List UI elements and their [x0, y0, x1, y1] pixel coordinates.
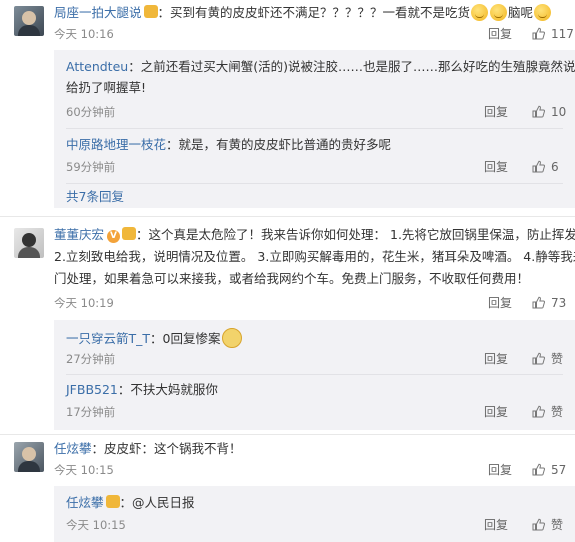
- comment-username[interactable]: 局座一拍大腿说: [54, 5, 142, 20]
- reply-button[interactable]: 回复: [484, 103, 508, 121]
- comment-text: 脑呢: [508, 5, 534, 20]
- thumbs-up-icon: [532, 352, 545, 365]
- comment-text: ：这个真是太危险了！我来告诉你如何处理： 1.先将它放回锅里保温，防止挥发。: [136, 227, 575, 242]
- smiley-emoji-icon: [471, 4, 489, 21]
- reply-time: 17分钟前: [66, 405, 116, 419]
- reply-button[interactable]: 回复: [484, 350, 508, 368]
- reply-button[interactable]: 回复: [484, 158, 508, 176]
- reply-text: ：@人民日报: [119, 495, 195, 510]
- like-button[interactable]: 117: [532, 25, 574, 43]
- member-badge-icon: [122, 227, 137, 240]
- reply-button[interactable]: 回复: [484, 403, 508, 421]
- avatar[interactable]: [14, 228, 44, 258]
- thumbs-up-icon: [532, 296, 545, 309]
- smiley-emoji-icon: [490, 4, 508, 21]
- avatar[interactable]: [14, 442, 44, 472]
- reply-username[interactable]: JFBB521: [66, 382, 118, 397]
- like-button[interactable]: 赞: [532, 516, 563, 534]
- reply-list: 一只穿云箭T_T：0回复惨案 27分钟前 回复 赞 JFBB521：不扶大妈就服…: [54, 320, 575, 430]
- like-button[interactable]: 57: [532, 461, 566, 479]
- reply-username[interactable]: 中原路地理一枝花: [66, 137, 166, 152]
- reply-time: 60分钟前: [66, 105, 116, 119]
- reply-text: ：0回复惨案: [150, 331, 221, 346]
- comment-time: 今天 10:16: [54, 27, 114, 41]
- reply-time: 59分钟前: [66, 160, 116, 174]
- like-count: 117: [551, 27, 574, 41]
- comment-text: ：皮皮虾：这个锅我不背！: [91, 441, 242, 456]
- reply-text: ：之前还看过买大闸蟹(活的)说被注胶……也是服了……那么好吃的生殖腺竟然说是胶: [128, 59, 575, 74]
- reply-list: 任炫攀 ：@人民日报 今天 10:15 回复 赞: [54, 486, 575, 542]
- like-button[interactable]: 赞: [532, 350, 563, 368]
- divider: [0, 434, 575, 435]
- member-badge-icon: [105, 495, 120, 508]
- smiley-emoji-icon: [534, 4, 552, 21]
- thumbs-up-icon: [532, 105, 545, 118]
- reply-username[interactable]: 任炫攀: [66, 495, 104, 510]
- reply-time: 27分钟前: [66, 352, 116, 366]
- comment-text: 2.立刻致电给我，说明情况及位置。 3.立即购买解毒用的，花生米，猪耳朵及啤酒。…: [54, 249, 575, 264]
- like-button[interactable]: 10: [532, 103, 566, 121]
- reply-list: Attendteu：之前还看过买大闸蟹(活的)说被注胶……也是服了……那么好吃的…: [54, 50, 575, 208]
- like-label: 赞: [551, 405, 564, 419]
- reply-button[interactable]: 回复: [488, 294, 512, 312]
- thumbs-up-icon: [532, 27, 545, 40]
- reply-button[interactable]: 回复: [488, 461, 512, 479]
- reply-text: ：就是，有黄的皮皮虾比普通的贵好多呢: [166, 137, 392, 152]
- like-count: 10: [551, 105, 567, 119]
- like-button[interactable]: 73: [532, 294, 566, 312]
- sticker-emoji-icon: [222, 328, 243, 348]
- comment-text: 门处理，如果着急可以来接我，或者给我网约个车。免费上门服务，不收取任何费用！: [54, 271, 530, 286]
- reply-text: 给扔了啊握草!: [66, 80, 147, 95]
- thumbs-up-icon: [532, 518, 545, 531]
- member-badge-icon: [143, 5, 158, 18]
- avatar[interactable]: [14, 6, 44, 36]
- like-count: 57: [551, 463, 567, 477]
- reply-username[interactable]: 一只穿云箭T_T: [66, 331, 150, 346]
- like-label: 赞: [551, 518, 564, 532]
- like-count: 73: [551, 296, 567, 310]
- like-button[interactable]: 6: [532, 158, 559, 176]
- reply-button[interactable]: 回复: [484, 516, 508, 534]
- reply-button[interactable]: 回复: [488, 25, 512, 43]
- like-count: 6: [551, 160, 559, 174]
- like-label: 赞: [551, 352, 564, 366]
- comment-username[interactable]: 董董庆宏: [54, 227, 104, 242]
- thumbs-up-icon: [532, 463, 545, 476]
- reply-username[interactable]: Attendteu: [66, 59, 128, 74]
- thumbs-up-icon: [532, 405, 545, 418]
- view-more-replies-link[interactable]: 共7条回复: [66, 188, 124, 206]
- thumbs-up-icon: [532, 160, 545, 173]
- verified-v-icon: V: [107, 230, 121, 243]
- reply-time: 今天 10:15: [66, 518, 126, 532]
- reply-text: ：不扶大妈就服你: [117, 382, 218, 397]
- comment-time: 今天 10:15: [54, 463, 114, 477]
- comment-time: 今天 10:19: [54, 296, 114, 310]
- comment-username[interactable]: 任炫攀: [54, 441, 92, 456]
- comment-text: ：买到有黄的皮皮虾还不满足？？？？？一看就不是吃货: [157, 5, 471, 20]
- divider: [0, 216, 575, 217]
- like-button[interactable]: 赞: [532, 403, 563, 421]
